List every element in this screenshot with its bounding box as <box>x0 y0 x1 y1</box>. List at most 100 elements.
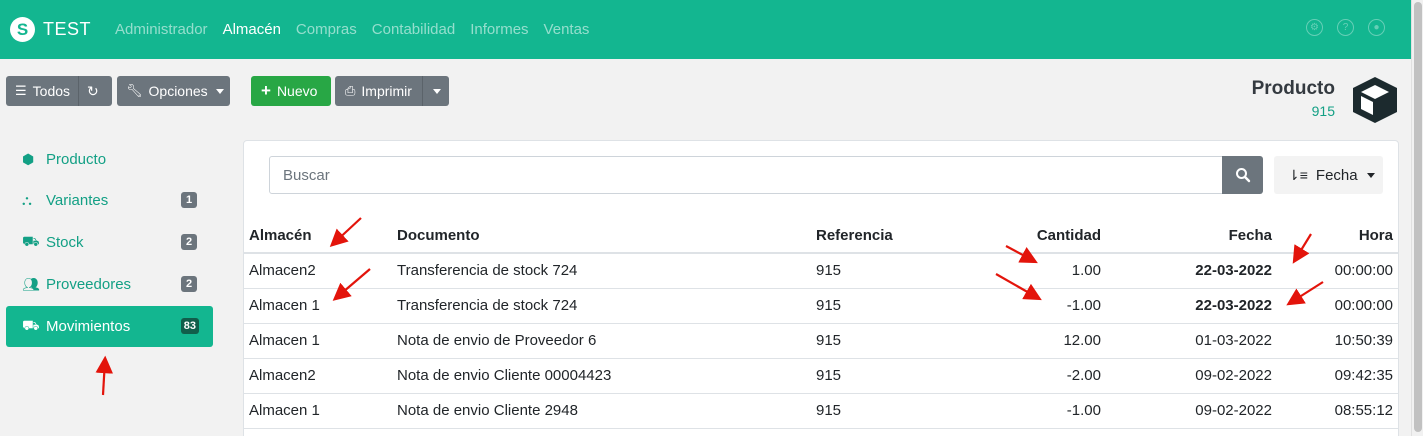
list-icon: ☰ <box>15 83 27 98</box>
sidebar-item-label: Variantes <box>46 191 109 209</box>
nuevo-label: Nuevo <box>276 83 318 99</box>
sort-dropdown[interactable]: ⇂≡ Fecha <box>1274 156 1383 194</box>
cell-referencia: 915 <box>810 358 935 394</box>
imprimir-label: Imprimir <box>361 83 412 99</box>
opciones-label: Opciones <box>148 83 208 99</box>
col-documento[interactable]: Documento <box>391 219 810 254</box>
cube-icon <box>1353 77 1397 123</box>
table-header-row: Almacén Documento Referencia Cantidad Fe… <box>243 219 1399 254</box>
menu-almacen[interactable]: Almacén <box>223 21 281 38</box>
col-cantidad[interactable]: Cantidad <box>935 219 1107 254</box>
cell-hora: 08:55:12 <box>1278 393 1399 429</box>
print-icon: ⎙ <box>345 83 356 98</box>
table-row[interactable]: Almacen2 Transferencia de stock 724 915 … <box>243 253 1399 289</box>
cell-documento[interactable]: Nota de envio Cliente 2948 <box>391 393 810 429</box>
sidebar-item-label: Movimientos <box>46 318 131 335</box>
vertical-scrollbar[interactable] <box>1411 0 1423 436</box>
opciones-button[interactable]: 🔧︎ Opciones <box>117 76 230 106</box>
sidebar-item-movimientos[interactable]: ⛟ Movimientos 83 <box>6 306 213 347</box>
help-icon[interactable]: ? <box>1337 19 1354 36</box>
table-row[interactable]: Almacen2 Nota de envio Cliente 00004423 … <box>243 358 1399 394</box>
cell-almacen: Almacen 1 <box>243 393 391 429</box>
menu-ventas[interactable]: Ventas <box>544 21 590 38</box>
count-badge: 2 <box>181 276 197 292</box>
cell-cantidad: 1.00 <box>935 253 1107 289</box>
chevron-down-icon <box>432 88 441 94</box>
sort-label: Fecha <box>1315 166 1358 184</box>
menu-informes[interactable]: Informes <box>470 21 528 38</box>
cell-referencia: 915 <box>810 253 935 289</box>
sidebar-item-stock[interactable]: ⛟ Stock 2 <box>6 222 213 262</box>
cell-documento[interactable]: Transferencia de stock 724 <box>391 253 810 289</box>
table-row[interactable]: Almacen 1 Nota de envio Cliente 2948 915… <box>243 393 1399 429</box>
table-row[interactable]: Almacen 1 Nota de envio de Proveedor 6 9… <box>243 323 1399 359</box>
imprimir-dropdown-toggle[interactable] <box>421 76 441 106</box>
chevron-down-icon <box>215 88 224 94</box>
brand-name: TEST <box>43 19 92 39</box>
cell-documento[interactable]: Nota de envio Cliente 00004423 <box>391 358 810 394</box>
sidebar-item-producto[interactable]: ⬢ Producto <box>6 139 213 179</box>
search-input[interactable]: Buscar <box>269 156 1223 194</box>
annotation-arrow <box>95 355 114 396</box>
sidebar-item-variantes[interactable]: ⛬ Variantes 1 <box>6 180 213 220</box>
cell-documento[interactable]: Transferencia de stock 724 <box>391 288 810 324</box>
sidebar-item-proveedores[interactable]: 👥︎ Proveedores 2 <box>6 264 213 304</box>
product-code: 915 <box>1311 103 1335 119</box>
cell-referencia: 915 <box>810 288 935 324</box>
user-icon[interactable]: ● <box>1368 19 1385 36</box>
cell-hora: 10:50:39 <box>1278 323 1399 359</box>
col-hora[interactable]: Hora <box>1278 219 1399 254</box>
count-badge: 83 <box>180 318 199 334</box>
count-badge: 2 <box>181 234 197 250</box>
sidebar-item-label: Proveedores <box>46 275 132 293</box>
cell-cantidad: -2.00 <box>935 358 1107 394</box>
refresh-icon[interactable]: ↻ <box>78 76 99 106</box>
cell-documento[interactable]: Nota de envio de Proveedor 6 <box>391 323 810 359</box>
sitemap-icon: ⛬ <box>22 191 32 208</box>
gear-icon[interactable]: ⚙ <box>1306 19 1323 36</box>
sidebar-item-label: Producto <box>46 150 107 168</box>
cell-fecha: 22-03-2022 <box>1107 253 1278 289</box>
col-almacen[interactable]: Almacén <box>243 219 391 254</box>
imprimir-button[interactable]: ⎙ Imprimir <box>335 76 449 106</box>
search-icon <box>1235 168 1250 183</box>
nuevo-button[interactable]: + Nuevo <box>251 76 331 106</box>
brand-logo-icon: S <box>10 17 35 42</box>
cell-cantidad: -1.00 <box>935 288 1107 324</box>
scrollbar-thumb[interactable] <box>1414 2 1422 432</box>
todos-button[interactable]: ☰ Todos ↻ <box>6 76 112 106</box>
cell-referencia: 915 <box>810 323 935 359</box>
plus-icon: + <box>261 81 271 100</box>
cell-hora: 09:42:35 <box>1278 358 1399 394</box>
cell-almacen: Almacen2 <box>243 253 391 289</box>
cell-hora: 00:00:00 <box>1278 288 1399 324</box>
movements-table: Almacén Documento Referencia Cantidad Fe… <box>243 219 1399 429</box>
chevron-down-icon <box>1366 172 1375 178</box>
menu-administrador[interactable]: Administrador <box>115 21 208 38</box>
cell-almacen: Almacen 1 <box>243 288 391 324</box>
table-row[interactable]: Almacen 1 Transferencia de stock 724 915… <box>243 288 1399 324</box>
todos-label: Todos <box>32 83 71 99</box>
cell-fecha: 09-02-2022 <box>1107 358 1278 394</box>
cell-almacen: Almacen 1 <box>243 323 391 359</box>
menu-compras[interactable]: Compras <box>296 21 357 38</box>
cell-fecha: 09-02-2022 <box>1107 393 1278 429</box>
top-navbar: S TEST Administrador Almacén Compras Con… <box>0 0 1423 59</box>
wrench-icon: 🔧︎ <box>126 83 143 98</box>
col-referencia[interactable]: Referencia <box>810 219 935 254</box>
cell-referencia: 915 <box>810 393 935 429</box>
menu-contabilidad[interactable]: Contabilidad <box>372 21 455 38</box>
cell-almacen: Almacen2 <box>243 358 391 394</box>
cell-fecha: 01-03-2022 <box>1107 323 1278 359</box>
search-button[interactable] <box>1222 156 1263 194</box>
cell-cantidad: 12.00 <box>935 323 1107 359</box>
cube-icon: ⬢ <box>22 150 35 167</box>
brand[interactable]: S TEST <box>10 17 91 42</box>
cell-cantidad: -1.00 <box>935 393 1107 429</box>
cell-fecha: 22-03-2022 <box>1107 288 1278 324</box>
main-menu: Administrador Almacén Compras Contabilid… <box>115 21 604 38</box>
truck-loading-icon: ⛟ <box>22 317 40 333</box>
sidebar-item-label: Stock <box>46 233 84 251</box>
col-fecha[interactable]: Fecha <box>1107 219 1278 254</box>
sort-amount-down-icon: ⇂≡ <box>1288 166 1308 183</box>
